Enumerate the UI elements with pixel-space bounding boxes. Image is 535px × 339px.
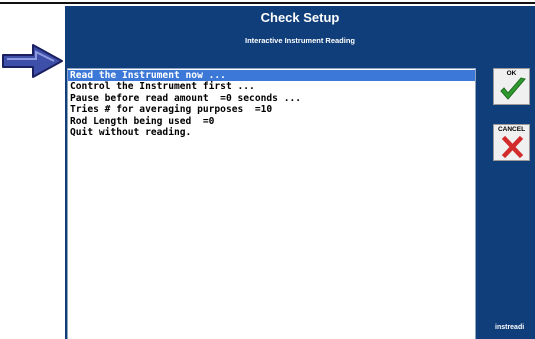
checkmark-icon (500, 77, 526, 100)
check-setup-dialog: Check Setup Interactive Instrument Readi… (65, 6, 535, 339)
dialog-title: Check Setup (260, 10, 340, 25)
list-item-quit[interactable]: Quit without reading. (68, 127, 475, 138)
list-item-pause-amount[interactable]: Pause before read amount =0 seconds ... (68, 93, 475, 104)
top-border-line (0, 2, 535, 4)
options-list[interactable]: Read the Instrument now ... Control the … (67, 68, 476, 339)
list-item-rod-length[interactable]: Rod Length being used =0 (68, 116, 475, 127)
footer-text: instreadi (495, 324, 525, 331)
cancel-button[interactable]: CANCEL (493, 124, 530, 161)
ok-button[interactable]: OK (493, 68, 530, 105)
dialog-subtitle: Interactive Instrument Reading (244, 36, 356, 45)
x-icon (501, 135, 524, 159)
list-item-control-instrument[interactable]: Control the Instrument first ... (68, 81, 475, 92)
list-item-tries-averaging[interactable]: Tries # for averaging purposes =10 (68, 104, 475, 115)
pointer-arrow-icon (2, 44, 63, 78)
list-item-read-instrument[interactable]: Read the Instrument now ... (68, 70, 475, 82)
